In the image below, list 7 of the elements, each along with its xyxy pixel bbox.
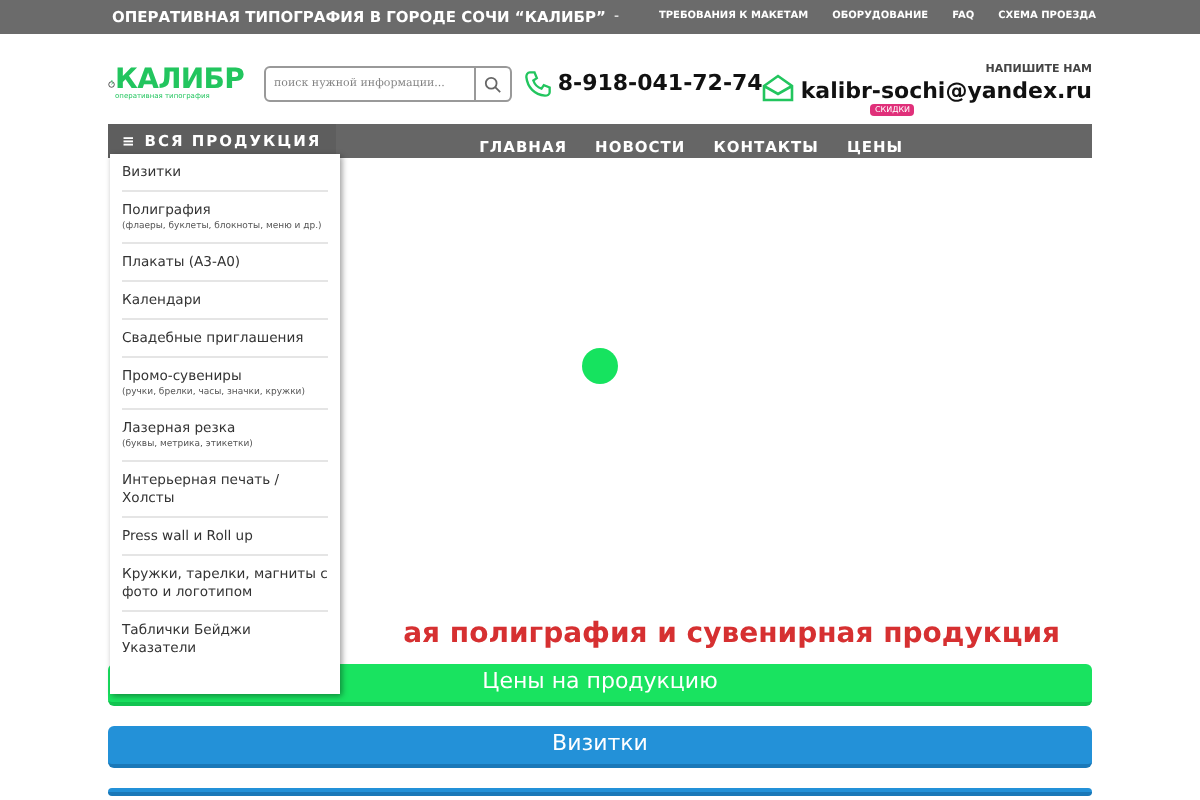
search-icon [483, 75, 502, 93]
email-link[interactable]: kalibr-sochi@yandex.ru [800, 80, 1092, 103]
page-heading: ая полиграфия и сувенирная продукция [403, 616, 1060, 654]
phone-number: 8-918-041-72-74 [557, 67, 763, 100]
phone-icon [523, 70, 552, 98]
colored-bar[interactable] [108, 788, 1092, 796]
envelope-icon [762, 74, 795, 103]
